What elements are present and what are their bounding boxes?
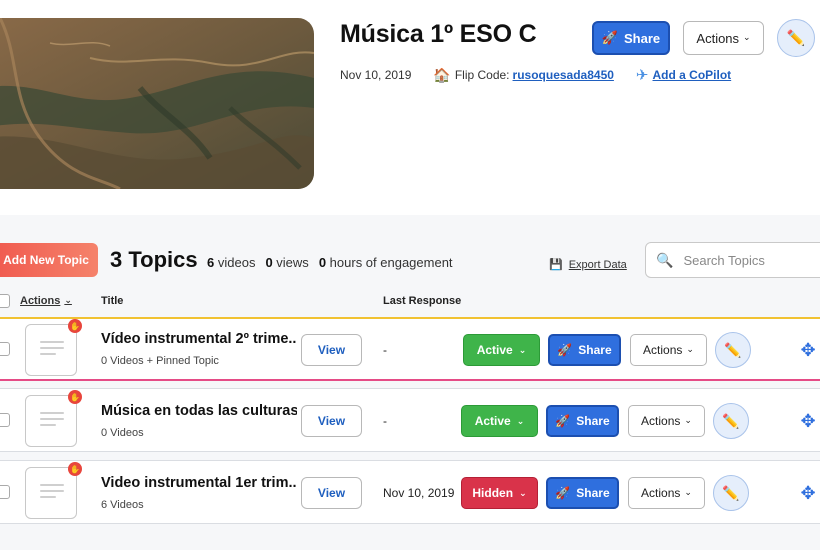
topic-subtitle: 0 Videos [101,427,144,439]
topic-stats: 6 videos 0 views 0 hours of engagement [207,255,453,270]
status-dropdown[interactable]: Hidden ⌄ [461,477,538,509]
group-edit-button[interactable]: ✏️ [777,19,815,57]
actions-dropdown[interactable]: Actions ⌄ [628,405,705,437]
hand-icon: ✋ [68,462,82,476]
status-dropdown[interactable]: Active ⌄ [461,405,538,437]
floppy-disk-icon: 💾 [549,259,563,271]
view-button[interactable]: View [301,477,362,509]
edit-button[interactable]: ✏️ [713,475,749,511]
bulk-actions-label: Actions [20,295,61,307]
flip-code-label: Flip Code: [454,68,510,82]
actions-dropdown[interactable]: Actions ⌄ [628,477,705,509]
last-response: Nov 10, 2019 [383,486,455,500]
copilot: ✈ Add a CoPilot [636,66,731,84]
move-arrows-icon[interactable]: ✥ [798,483,818,503]
table-row[interactable]: ✋ Vídeo instrumental 2º trime... 0 Video… [0,317,820,381]
share-button[interactable]: 🚀 Share [546,477,619,509]
move-arrows-icon[interactable]: ✥ [798,411,818,431]
share-label: Share [576,414,610,428]
airplane-icon: ✈ [635,67,649,84]
topic-subtitle: 0 Videos + Pinned Topic [101,355,219,367]
flip-code-link[interactable]: rusoquesada8450 [513,68,614,82]
chevron-down-icon: ⌄ [686,343,694,354]
house-icon: 🏠 [433,66,451,83]
chevron-down-icon: ⌄ [64,294,72,305]
topic-thumbnail: ✋ [25,462,82,519]
view-button[interactable]: View [301,405,362,437]
select-all-checkbox[interactable] [0,294,10,308]
rocket-icon: 🚀 [557,343,573,357]
row-checkbox[interactable] [0,342,10,356]
chevron-down-icon: ⌄ [518,344,527,355]
chevron-down-icon: ⌄ [519,487,527,498]
table-row[interactable]: ✋ Música en todas las culturas 0 Videos … [0,388,820,452]
edit-button[interactable]: ✏️ [715,332,751,368]
group-date: Nov 10, 2019 [340,68,412,82]
group-share-button[interactable]: 🚀 Share [592,21,670,55]
group-meta: Nov 10, 2019 🏠 Flip Code: rusoquesada845… [340,66,731,85]
hand-icon: ✋ [68,390,82,404]
rocket-icon: 🚀 [601,30,619,45]
topic-title[interactable]: Video instrumental 1er trim... [101,475,297,491]
search-topics[interactable]: 🔍 [645,242,820,278]
topic-thumbnail: ✋ [25,390,82,447]
pencil-icon: ✏️ [722,484,740,501]
column-header-title: Title [101,295,124,307]
share-button[interactable]: 🚀 Share [546,405,619,437]
bulk-actions-dropdown[interactable]: Actions ⌄ [20,294,72,308]
row-checkbox[interactable] [0,413,10,427]
search-icon: 🔍 [656,251,674,268]
table-row[interactable]: ✋ Video instrumental 1er trim... 6 Video… [0,460,820,524]
share-label: Share [578,343,612,357]
status-label: Active [476,343,513,357]
actions-label: Actions [643,343,683,357]
status-label: Active [474,414,511,428]
rocket-icon: 🚀 [555,414,571,428]
actions-label: Actions [641,414,681,428]
views-stat: 0 views [265,255,309,270]
last-response: - [383,414,387,428]
view-button[interactable]: View [301,334,362,366]
actions-label: Actions [641,486,681,500]
group-actions-dropdown[interactable]: Actions ⌄ [683,21,764,55]
pencil-icon: ✏️ [722,412,740,429]
status-label: Hidden [472,486,514,500]
chevron-down-icon: ⌄ [516,415,525,426]
rocket-icon: 🚀 [555,486,571,500]
move-arrows-icon[interactable]: ✥ [798,340,818,360]
engagement-stat: 0 hours of engagement [318,255,453,270]
add-copilot-link[interactable]: Add a CoPilot [653,68,732,82]
chevron-down-icon: ⌄ [684,414,692,425]
share-label: Share [576,486,610,500]
chevron-down-icon: ⌄ [684,486,692,497]
group-cover-image [0,18,314,189]
pencil-icon: ✏️ [786,30,806,47]
topic-thumbnail: ✋ [25,319,82,376]
videos-stat: 6 videos [207,255,256,270]
topic-title[interactable]: Música en todas las culturas [101,403,297,419]
column-header-last-response: Last Response [383,295,462,307]
status-dropdown[interactable]: Active ⌄ [463,334,540,366]
search-input[interactable] [683,252,814,268]
add-new-topic-button[interactable]: Add New Topic [0,243,98,277]
last-response: - [383,343,387,357]
row-checkbox[interactable] [0,485,10,499]
topic-title[interactable]: Vídeo instrumental 2º trime... [101,331,297,347]
pencil-icon: ✏️ [724,341,742,358]
share-button[interactable]: 🚀 Share [548,334,621,366]
topics-count: 3 Topics [110,247,198,272]
export-label: Export Data [568,258,627,271]
chevron-down-icon: ⌄ [743,31,751,42]
export-data-link[interactable]: 💾 Export Data [549,258,627,272]
share-label: Share [624,30,661,46]
topic-subtitle: 6 Videos [101,499,144,511]
edit-button[interactable]: ✏️ [713,403,749,439]
page-title: Música 1º ESO C [340,20,537,48]
flip-code: 🏠 Flip Code: rusoquesada8450 [433,67,614,84]
actions-dropdown[interactable]: Actions ⌄ [630,334,707,366]
hand-icon: ✋ [68,319,82,333]
terrain-image [0,18,314,189]
actions-label: Actions [696,30,740,46]
